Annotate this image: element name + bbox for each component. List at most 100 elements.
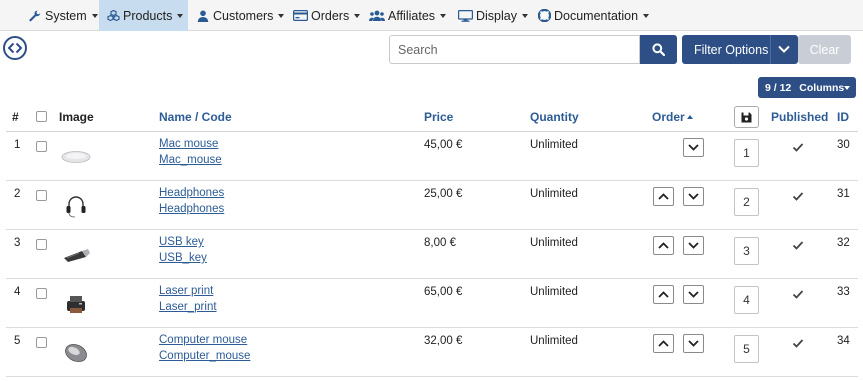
- menu-item-system[interactable]: System: [14, 0, 112, 31]
- table-row: 1 Mac mouse Mac_mouse 45,00 € Unlimited …: [6, 132, 858, 181]
- columns-selector-button[interactable]: 9 / 12 Columns: [758, 77, 856, 98]
- product-image[interactable]: [58, 139, 94, 175]
- row-number: 5: [14, 335, 21, 347]
- columns-count: 9 / 12: [765, 81, 792, 94]
- move-down-button[interactable]: [683, 236, 704, 255]
- product-id: 32: [837, 237, 850, 249]
- caret-down-icon: [643, 14, 650, 18]
- move-up-button[interactable]: [653, 187, 674, 206]
- header-number: #: [12, 110, 19, 124]
- menu-item-documentation[interactable]: Documentation: [537, 0, 650, 31]
- caret-down-icon: [354, 14, 361, 18]
- row-number: 2: [14, 188, 21, 200]
- product-name-link[interactable]: Mac mouse: [159, 138, 218, 150]
- order-input[interactable]: 2: [734, 188, 759, 216]
- product-code-link[interactable]: USB_key: [159, 252, 207, 264]
- move-up-button[interactable]: [653, 285, 674, 304]
- product-id: 30: [837, 139, 850, 151]
- move-up-button[interactable]: [653, 236, 674, 255]
- table-row: 2 Headphones Headphones 25,00 € Unlimite…: [6, 181, 858, 230]
- search-button[interactable]: [640, 35, 677, 64]
- table-row: 4 Laser print Laser_print 65,00 € Unlimi…: [6, 279, 858, 328]
- top-menu-bar: System Products Customers Orders Affilia…: [0, 0, 863, 31]
- sort-ascending-icon: [686, 115, 693, 119]
- save-order-button[interactable]: [734, 106, 759, 128]
- chevron-down-icon: [688, 144, 699, 151]
- computer-mouse-thumb: [65, 343, 87, 363]
- menu-item-label: Display: [476, 8, 517, 23]
- users-icon: [369, 9, 385, 23]
- row-checkbox[interactable]: [36, 141, 47, 152]
- product-image[interactable]: [58, 188, 94, 224]
- sidebar-toggle-button[interactable]: [3, 36, 27, 60]
- product-name-link[interactable]: Headphones: [159, 187, 224, 199]
- product-code-link[interactable]: Headphones: [159, 203, 224, 215]
- product-code-link[interactable]: Laser_print: [159, 301, 217, 313]
- row-checkbox[interactable]: [36, 239, 47, 250]
- columns-label: Columns: [799, 81, 845, 94]
- chevron-up-icon: [658, 193, 669, 200]
- order-input[interactable]: 3: [734, 237, 759, 265]
- product-name-link[interactable]: USB key: [159, 236, 204, 248]
- product-price: 65,00 €: [424, 286, 463, 298]
- menu-item-orders[interactable]: Orders: [292, 0, 361, 31]
- chevron-down-icon: [688, 193, 699, 200]
- product-code-link[interactable]: Mac_mouse: [159, 154, 222, 166]
- chevron-down-icon: [688, 340, 699, 347]
- chevron-up-icon: [658, 291, 669, 298]
- chevron-up-icon: [658, 340, 669, 347]
- monitor-icon: [457, 9, 473, 23]
- menu-item-display[interactable]: Display: [457, 0, 528, 31]
- move-up-button[interactable]: [653, 334, 674, 353]
- move-down-button[interactable]: [683, 334, 704, 353]
- menu-item-label: Affiliates: [388, 8, 436, 23]
- header-order[interactable]: Order: [652, 110, 693, 124]
- row-number: 4: [14, 286, 21, 298]
- header-name-code[interactable]: Name / Code: [159, 110, 232, 124]
- published-check-icon[interactable]: [792, 239, 804, 251]
- published-check-icon[interactable]: [792, 337, 804, 349]
- wrench-icon: [28, 9, 42, 23]
- row-checkbox[interactable]: [36, 337, 47, 348]
- row-number: 1: [14, 139, 21, 151]
- published-check-icon[interactable]: [792, 190, 804, 202]
- header-id[interactable]: ID: [837, 110, 849, 124]
- move-down-button[interactable]: [683, 138, 704, 157]
- product-image[interactable]: [58, 335, 94, 371]
- order-input[interactable]: 1: [734, 139, 759, 167]
- clear-button[interactable]: Clear: [798, 35, 851, 64]
- published-check-icon[interactable]: [792, 288, 804, 300]
- menu-item-products[interactable]: Products: [99, 0, 188, 31]
- product-quantity: Unlimited: [530, 188, 578, 200]
- product-quantity: Unlimited: [530, 237, 578, 249]
- search-input[interactable]: [389, 35, 640, 64]
- row-divider: [6, 376, 858, 377]
- header-published[interactable]: Published: [771, 110, 828, 124]
- product-price: 25,00 €: [424, 188, 463, 200]
- move-down-button[interactable]: [683, 285, 704, 304]
- header-quantity[interactable]: Quantity: [530, 110, 579, 124]
- product-code-link[interactable]: Computer_mouse: [159, 350, 250, 362]
- order-input[interactable]: 5: [734, 335, 759, 363]
- cubes-icon: [107, 9, 120, 23]
- menu-item-customers[interactable]: Customers: [196, 0, 285, 31]
- menu-item-label: System: [45, 8, 87, 23]
- credit-card-icon: [292, 9, 308, 23]
- product-name-link[interactable]: Computer mouse: [159, 334, 247, 346]
- filter-options-button[interactable]: Filter Options: [682, 35, 798, 64]
- row-checkbox[interactable]: [36, 190, 47, 201]
- header-price[interactable]: Price: [424, 110, 453, 124]
- select-all-checkbox[interactable]: [36, 111, 47, 122]
- menu-item-label: Products: [123, 8, 173, 23]
- order-input[interactable]: 4: [734, 286, 759, 314]
- row-checkbox[interactable]: [36, 288, 47, 299]
- product-name-link[interactable]: Laser print: [159, 285, 213, 297]
- published-check-icon[interactable]: [792, 141, 804, 153]
- caret-down-icon: [844, 86, 850, 90]
- product-image[interactable]: [58, 237, 94, 273]
- menu-item-label: Orders: [311, 8, 350, 23]
- product-image[interactable]: [58, 286, 94, 322]
- move-down-button[interactable]: [683, 187, 704, 206]
- menu-item-affiliates[interactable]: Affiliates: [369, 0, 447, 31]
- button-divider: [770, 35, 771, 64]
